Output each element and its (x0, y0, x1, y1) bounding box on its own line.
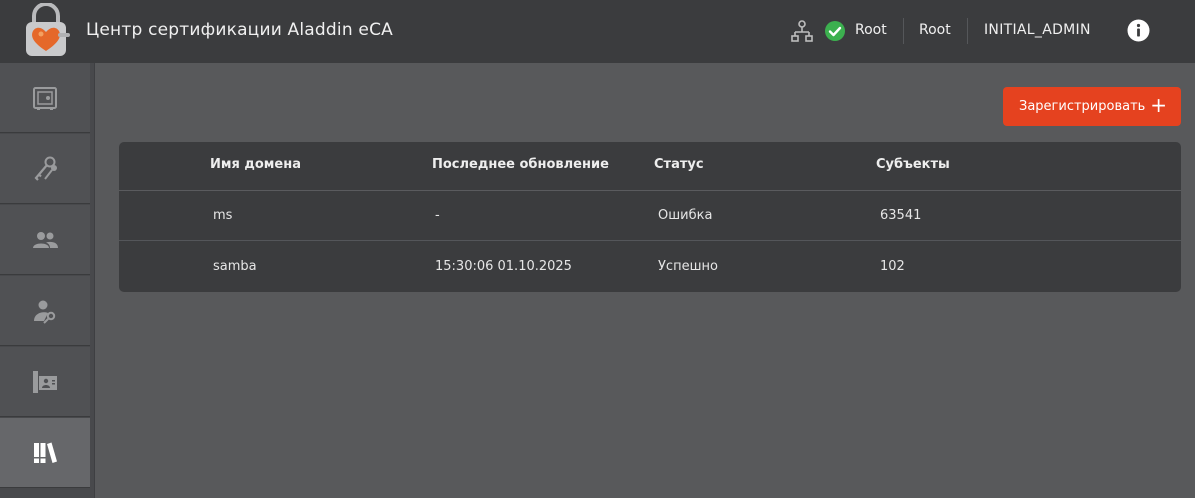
column-header-subjects[interactable]: Субъекты (876, 157, 950, 172)
ca-status-name[interactable]: Root (855, 22, 887, 38)
sidebar-item-user-keys[interactable] (0, 276, 90, 346)
register-button-label: Зарегистрировать (1019, 99, 1146, 114)
sidebar-item-library[interactable] (0, 418, 90, 488)
cell-status: Ошибка (658, 208, 713, 223)
sidebar-item-users[interactable] (0, 205, 90, 275)
column-header-last-update[interactable]: Последнее обновление (432, 157, 609, 172)
app-title: Центр сертификации Aladdin eCA (86, 20, 393, 40)
user-name[interactable]: INITIAL_ADMIN (984, 22, 1091, 38)
library-icon (34, 442, 57, 463)
check-circle-icon (825, 21, 845, 41)
aladdin-logo (26, 3, 70, 56)
table-row[interactable]: samba 15:30:06 01.10.2025 Успешно 102 (119, 242, 1181, 292)
sidebar-item-directory[interactable] (0, 347, 90, 417)
table-header: Имя домена Последнее обновление Статус С… (119, 142, 1181, 191)
table-row[interactable]: ms - Ошибка 63541 (119, 191, 1181, 241)
safe-icon (33, 86, 57, 110)
register-button[interactable]: Зарегистрировать + (1003, 87, 1181, 126)
cell-domain: samba (213, 259, 257, 274)
ca-root-name[interactable]: Root (919, 22, 951, 38)
hierarchy-icon[interactable] (790, 19, 814, 43)
column-header-domain[interactable]: Имя домена (210, 157, 301, 172)
header-divider (903, 18, 904, 44)
users-icon (33, 231, 58, 248)
keys-icon (34, 156, 57, 181)
sidebar (0, 63, 95, 498)
directory-icon (33, 370, 57, 393)
cell-last-update: 15:30:06 01.10.2025 (435, 259, 572, 274)
domains-table: Имя домена Последнее обновление Статус С… (119, 142, 1181, 292)
sidebar-item-safe[interactable] (0, 63, 90, 133)
plus-icon: + (1150, 93, 1167, 117)
cell-subjects: 63541 (880, 208, 922, 223)
cell-status: Успешно (658, 259, 718, 274)
top-header: Центр сертификации Aladdin eCA Root Root… (0, 0, 1195, 63)
info-icon[interactable] (1127, 19, 1150, 42)
user-key-icon (34, 300, 56, 324)
column-header-status[interactable]: Статус (654, 157, 704, 172)
cell-last-update: - (435, 208, 440, 223)
header-divider (967, 18, 968, 44)
cell-domain: ms (213, 208, 233, 223)
sidebar-item-keys[interactable] (0, 134, 90, 204)
cell-subjects: 102 (880, 259, 905, 274)
